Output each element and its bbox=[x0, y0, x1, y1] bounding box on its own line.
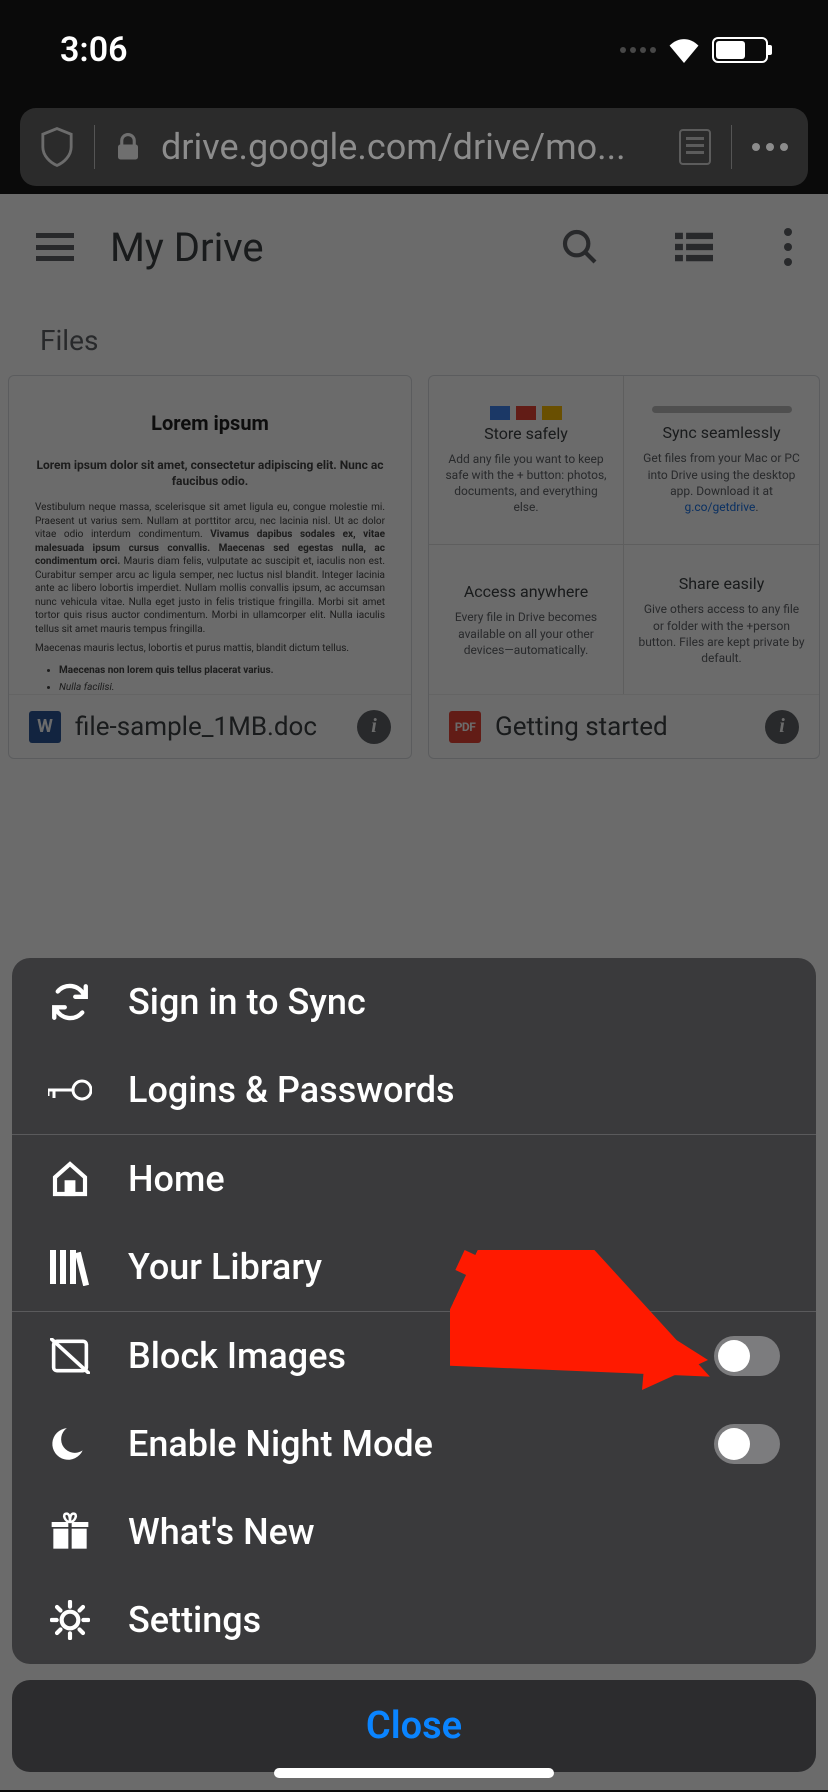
cellular-dots-icon bbox=[620, 47, 656, 53]
block-images-toggle[interactable] bbox=[714, 1336, 780, 1376]
info-icon[interactable]: i bbox=[357, 710, 391, 744]
search-button[interactable] bbox=[556, 223, 604, 271]
files-section-label: Files bbox=[0, 300, 828, 375]
drive-header: My Drive bbox=[0, 194, 828, 300]
info-icon[interactable]: i bbox=[765, 710, 799, 744]
file-name: file-sample_1MB.doc bbox=[75, 712, 343, 742]
gift-icon bbox=[48, 1510, 92, 1554]
library-icon bbox=[48, 1245, 92, 1289]
more-options-icon[interactable] bbox=[784, 228, 792, 266]
status-icons bbox=[620, 37, 768, 63]
hamburger-icon[interactable] bbox=[36, 233, 74, 261]
menu-item-settings[interactable]: Settings bbox=[12, 1576, 816, 1664]
list-view-icon bbox=[675, 232, 713, 262]
page-actions-icon[interactable] bbox=[752, 143, 788, 151]
home-indicator[interactable] bbox=[274, 1768, 554, 1778]
file-footer: W file-sample_1MB.doc i bbox=[9, 694, 411, 758]
menu-item-whats-new[interactable]: What's New bbox=[12, 1488, 816, 1576]
settings-icon bbox=[48, 1598, 92, 1642]
url-bar[interactable]: drive.google.com/drive/mo... bbox=[20, 108, 808, 186]
moon-icon bbox=[48, 1422, 92, 1466]
file-card[interactable]: Lorem ipsum Lorem ipsum dolor sit amet, … bbox=[8, 375, 412, 759]
status-time: 3:06 bbox=[60, 30, 128, 70]
block-images-icon bbox=[48, 1334, 92, 1378]
status-bar: 3:06 bbox=[0, 0, 828, 100]
url-text: drive.google.com/drive/mo... bbox=[161, 126, 659, 168]
word-file-icon: W bbox=[29, 711, 61, 743]
menu-item-night-mode[interactable]: Enable Night Mode bbox=[12, 1400, 816, 1488]
file-preview: Lorem ipsum Lorem ipsum dolor sit amet, … bbox=[9, 376, 411, 694]
shield-icon[interactable] bbox=[40, 127, 74, 167]
search-icon bbox=[560, 227, 600, 267]
file-preview: Store safely Add any file you want to ke… bbox=[429, 376, 819, 694]
page-title: My Drive bbox=[110, 224, 490, 271]
home-icon bbox=[48, 1157, 92, 1201]
menu-item-block-images[interactable]: Block Images bbox=[12, 1312, 816, 1400]
sync-icon bbox=[48, 980, 92, 1024]
battery-icon bbox=[712, 37, 768, 63]
reader-mode-icon[interactable] bbox=[679, 129, 711, 165]
menu-item-logins-passwords[interactable]: Logins & Passwords bbox=[12, 1046, 816, 1134]
key-icon bbox=[48, 1068, 92, 1112]
file-name: Getting started bbox=[495, 712, 751, 742]
close-button[interactable]: Close bbox=[12, 1680, 816, 1772]
lock-icon bbox=[115, 132, 141, 162]
wifi-icon bbox=[666, 37, 702, 63]
action-sheet: Sign in to Sync Logins & Passwords Home bbox=[0, 958, 828, 1792]
menu-item-sign-in-sync[interactable]: Sign in to Sync bbox=[12, 958, 816, 1046]
pdf-file-icon: PDF bbox=[449, 711, 481, 743]
file-footer: PDF Getting started i bbox=[429, 694, 819, 758]
night-mode-toggle[interactable] bbox=[714, 1424, 780, 1464]
file-card[interactable]: Store safely Add any file you want to ke… bbox=[428, 375, 820, 759]
view-toggle-button[interactable] bbox=[670, 223, 718, 271]
menu-item-library[interactable]: Your Library bbox=[12, 1223, 816, 1311]
menu-item-home[interactable]: Home bbox=[12, 1135, 816, 1223]
